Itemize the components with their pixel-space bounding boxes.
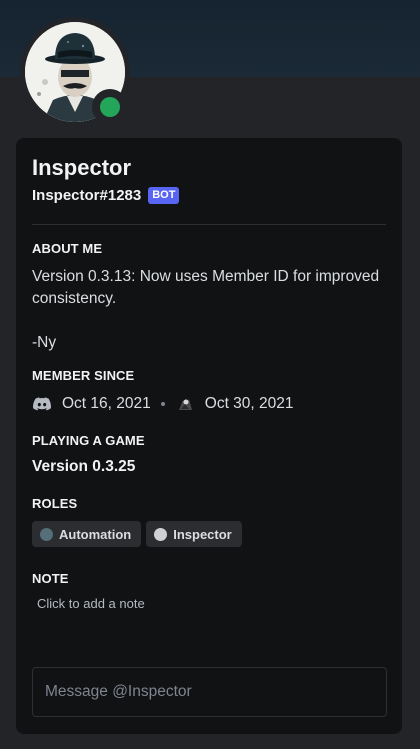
discord-join-date: Oct 16, 2021: [62, 395, 151, 412]
divider: [32, 224, 386, 225]
tag-row: Inspector#1283 BOT: [32, 184, 386, 206]
separator-dot: [160, 402, 165, 406]
game-name: Version 0.3.25: [32, 458, 136, 475]
username-tag[interactable]: Inspector#1283: [32, 187, 141, 204]
roles-list: Automation Inspector: [32, 521, 386, 547]
role-inspector[interactable]: Inspector: [146, 521, 242, 547]
note-field[interactable]: Click to add a note: [37, 596, 386, 614]
display-name: Inspector: [32, 155, 132, 180]
role-automation[interactable]: Automation: [32, 521, 142, 547]
role-label: Inspector: [173, 526, 232, 542]
activity-title: PLAYING A GAME: [32, 433, 145, 448]
member-since-title: MEMBER SINCE: [32, 368, 135, 383]
role-label: Automation: [59, 526, 132, 542]
server-join-date: Oct 30, 2021: [204, 395, 294, 412]
server-icon: [174, 394, 195, 414]
member-since-row: Oct 16, 2021 Oct 30, 2021: [32, 393, 386, 415]
role-color-icon: [40, 527, 53, 541]
roles-title: ROLES: [32, 496, 78, 511]
about-me-title: ABOUT ME: [32, 241, 103, 256]
profile-card: Inspector Inspector#1283 BOT ABOUT ME Ve…: [16, 138, 402, 734]
discord-icon: [33, 397, 51, 411]
about-me-text: Version 0.3.13: Now uses Member ID for i…: [32, 268, 380, 351]
bot-badge: BOT: [148, 186, 180, 204]
message-input[interactable]: [32, 667, 387, 717]
role-color-icon: [154, 527, 168, 541]
online-status-icon: [100, 97, 120, 117]
note-title: NOTE: [32, 571, 69, 586]
